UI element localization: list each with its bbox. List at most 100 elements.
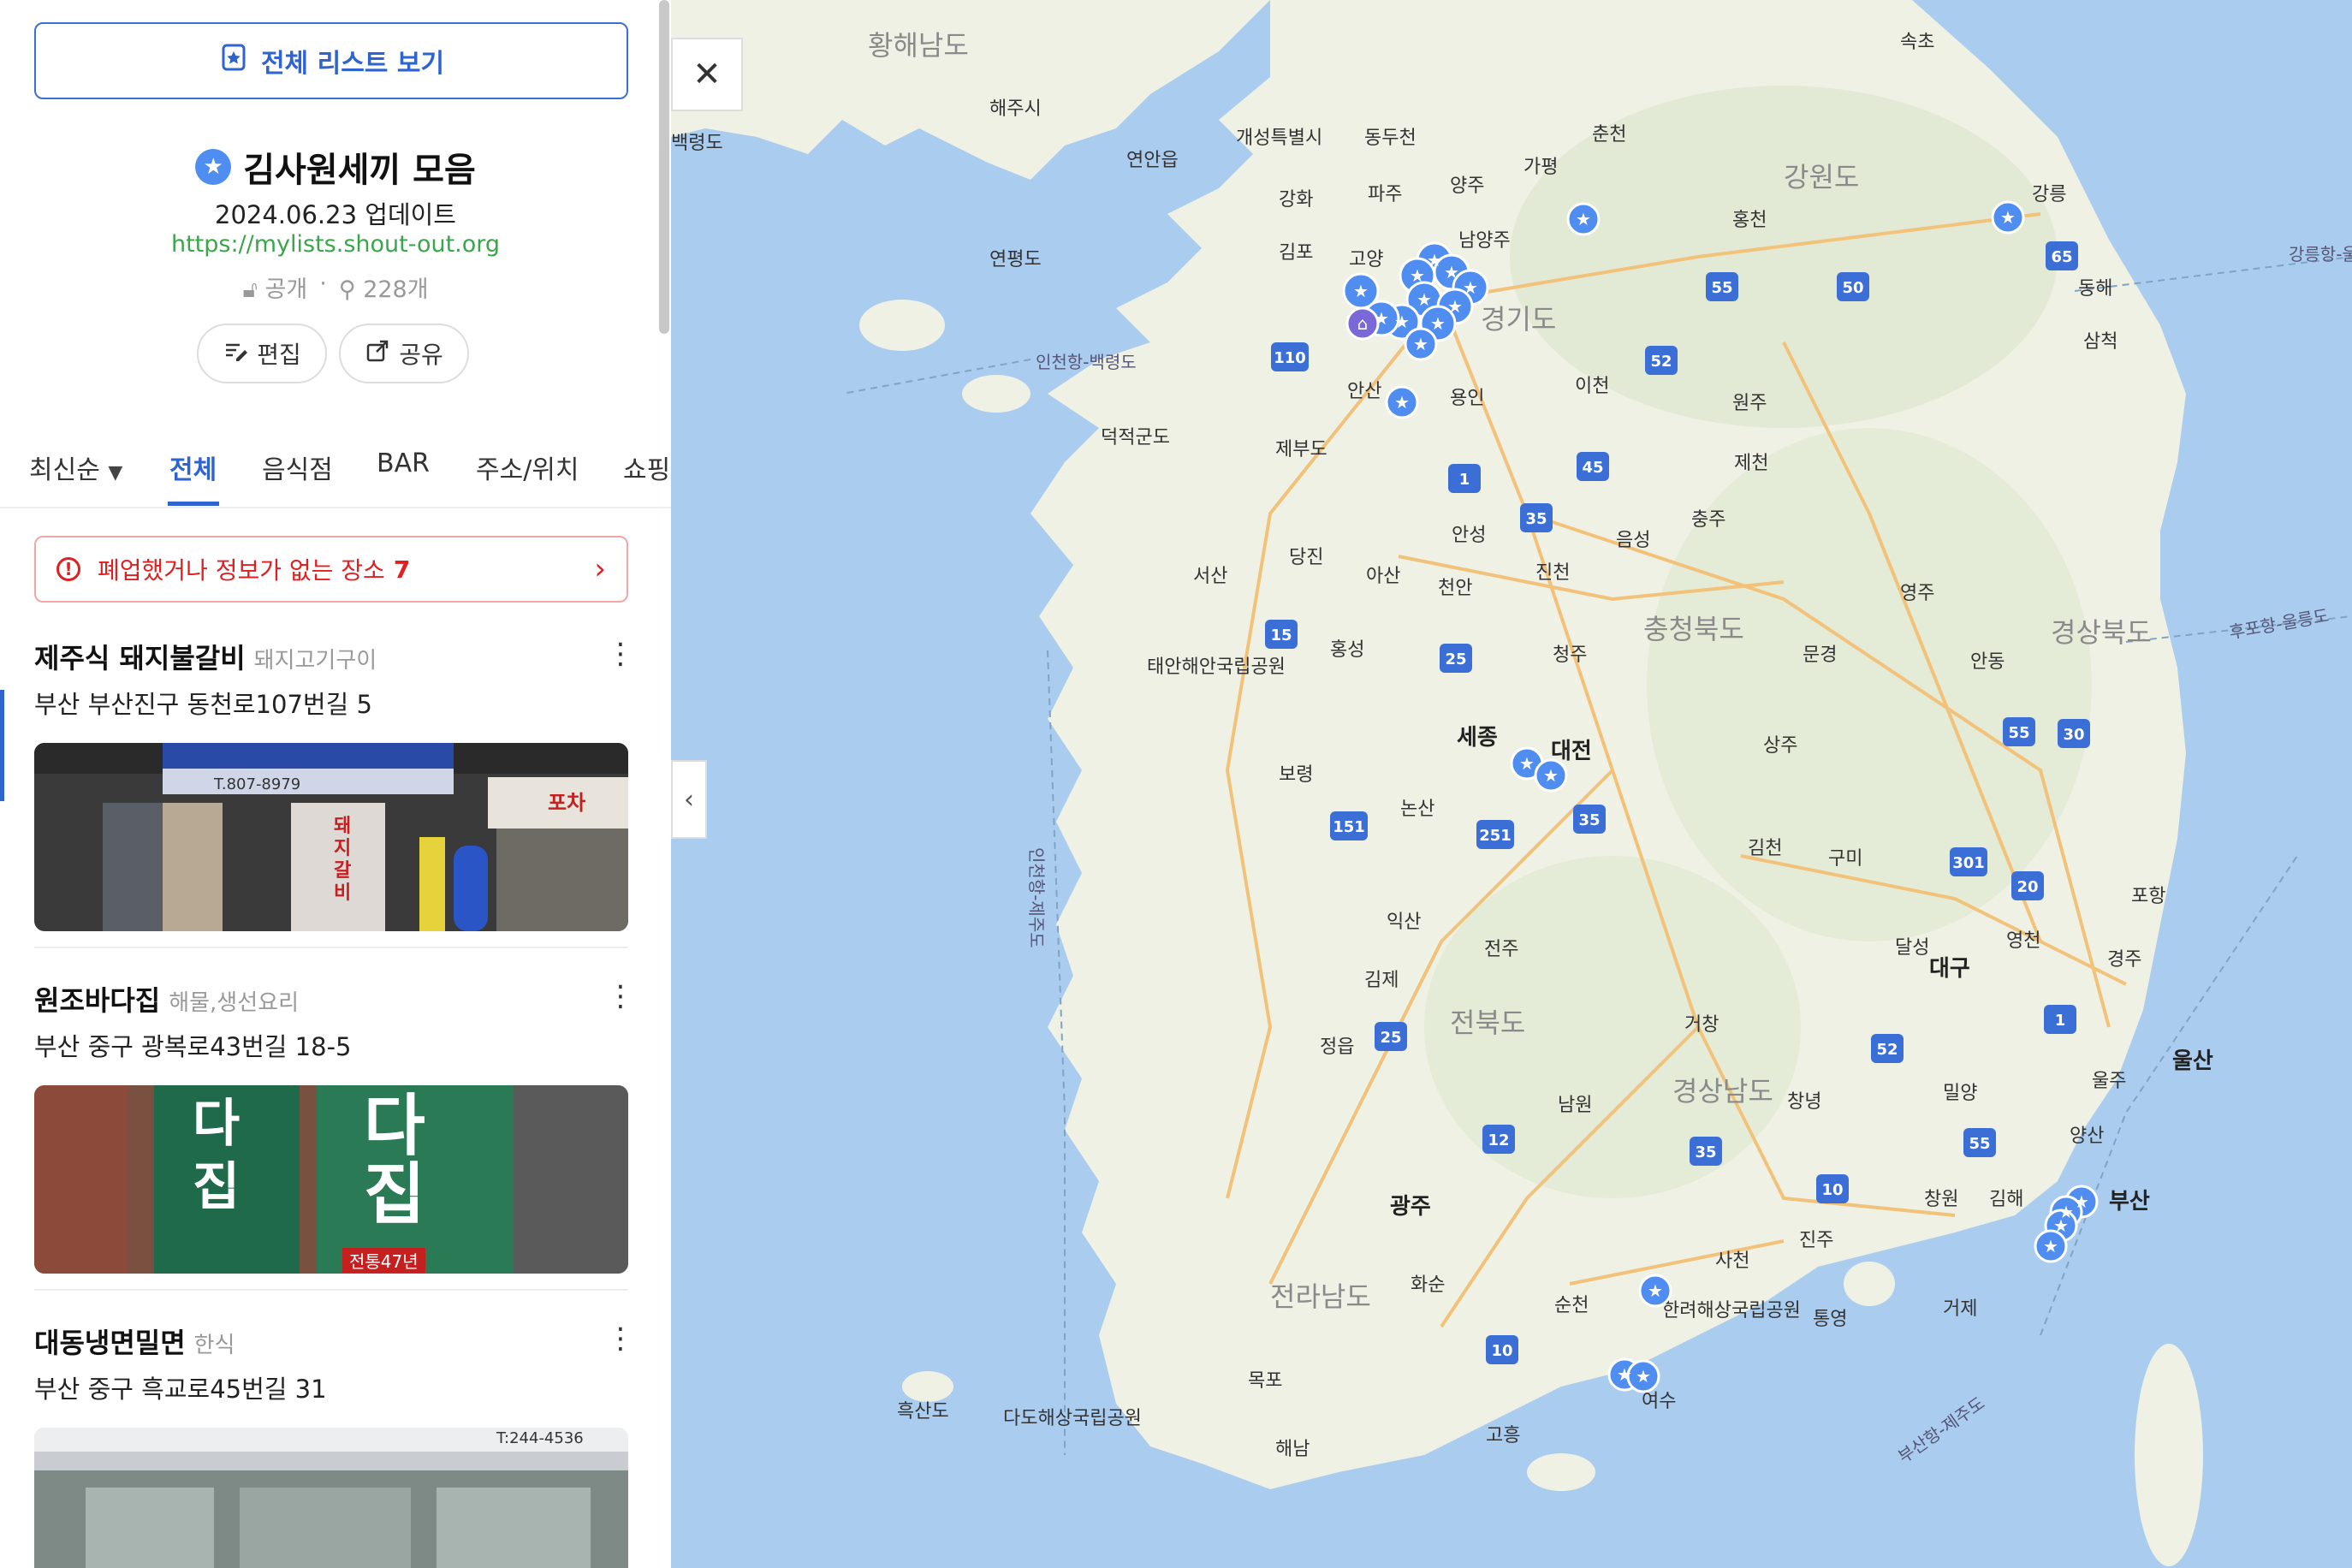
region-label: 전라남도 (1270, 1280, 1371, 1313)
sort-dropdown[interactable]: 최신순 ▼ (29, 448, 122, 486)
more-options-icon[interactable]: ⋮ (606, 979, 635, 1013)
svg-text:301: 301 (1952, 854, 1985, 872)
city-label: 문경 (1803, 644, 1837, 666)
highway-shield: 110 (1271, 342, 1309, 371)
visibility-label: 공개 (264, 276, 308, 303)
city-label: 논산 (1400, 799, 1434, 820)
svg-text:110: 110 (1274, 349, 1306, 367)
svg-text:★: ★ (1543, 765, 1559, 786)
city-label: 천안 (1438, 578, 1472, 599)
city-label: 창녕 (1787, 1091, 1821, 1113)
city-label: 홍성 (1330, 639, 1364, 661)
highway-shield: 50 (1837, 272, 1869, 301)
svg-text:★: ★ (1519, 753, 1535, 774)
highway-shield: 12 (1482, 1125, 1515, 1154)
svg-text:★: ★ (1353, 281, 1369, 301)
more-options-icon[interactable]: ⋮ (606, 1322, 635, 1356)
city-label: 밀양 (1943, 1083, 1977, 1104)
sign-menu: 돼지갈비 (334, 816, 352, 904)
svg-text:★: ★ (2043, 1236, 2058, 1256)
city-label: 동해 (2078, 278, 2112, 300)
alert-count: 7 (393, 555, 411, 584)
tab-address[interactable]: 주소/위치 (476, 448, 579, 486)
sign-right: 다집 (364, 1088, 425, 1233)
svg-text:★: ★ (1648, 1280, 1663, 1301)
place-address: 부산 중구 광복로43번길 18-5 (34, 1032, 352, 1061)
svg-text:★: ★ (1444, 262, 1459, 282)
svg-text:★: ★ (1576, 209, 1591, 229)
list-url-link[interactable]: https://mylists.shout-out.org (0, 231, 671, 258)
svg-text:251: 251 (1479, 827, 1512, 845)
close-map-button[interactable]: ✕ (671, 38, 743, 111)
city-label: 고흥 (1486, 1425, 1520, 1446)
city-label: 구미 (1828, 848, 1862, 870)
city-label: 고양 (1349, 249, 1383, 270)
place-photo[interactable]: T:244-4536 (34, 1428, 628, 1568)
city-label: 삼척 (2083, 331, 2117, 353)
highway-shield: 52 (1645, 346, 1678, 375)
tab-restaurant[interactable]: 음식점 (262, 448, 333, 486)
tab-shopping[interactable]: 쇼핑 (623, 448, 670, 486)
svg-text:65: 65 (2051, 248, 2072, 266)
highway-shield: 35 (1520, 503, 1553, 532)
place-name: 원조바다집 (34, 984, 161, 1017)
city-label: 사천 (1715, 1250, 1749, 1272)
chevron-right-icon: › (594, 552, 606, 586)
city-label: 안성 (1452, 525, 1486, 546)
place-photo[interactable]: 다집 다집 전통47년 (34, 1085, 628, 1274)
svg-text:25: 25 (1445, 650, 1466, 668)
svg-text:★: ★ (2053, 1215, 2069, 1236)
place-photo[interactable]: T.807-8979 돼지갈비 포차 (34, 743, 628, 931)
place-name: 제주식 돼지불갈비 (34, 642, 246, 674)
svg-text:★: ★ (1413, 334, 1428, 354)
svg-text:50: 50 (1842, 279, 1863, 297)
city-label: 파주 (1368, 184, 1402, 205)
active-tab-indicator (168, 502, 219, 506)
place-category: 해물,생선요리 (169, 990, 299, 1016)
edit-icon (223, 338, 248, 370)
highway-shield: 20 (2011, 871, 2044, 900)
selected-item-indicator (0, 690, 4, 801)
highway-shield: 251 (1476, 820, 1514, 849)
city-label: 제천 (1734, 453, 1768, 474)
city-label: 이천 (1575, 376, 1609, 397)
share-button[interactable]: 공유 (339, 324, 469, 383)
alert-icon: ! (56, 557, 80, 581)
collapse-sidebar-button[interactable]: ‹ (671, 760, 707, 839)
svg-text:★: ★ (1394, 392, 1410, 413)
list-item[interactable]: 대동냉면밀면 한식 부산 중구 흑교로45번길 31 ⋮ T:244-4536 (34, 1322, 635, 1568)
city-label: 달성 (1895, 937, 1929, 959)
city-label: 해주시 (989, 98, 1042, 120)
city-label: 음성 (1616, 530, 1650, 551)
sign-pocha: 포차 (548, 791, 586, 815)
more-options-icon[interactable]: ⋮ (606, 637, 635, 671)
tab-all[interactable]: 전체 (169, 448, 217, 486)
view-all-list-button[interactable]: 전체 리스트 보기 (34, 22, 628, 99)
list-item[interactable]: 제주식 돼지불갈비 돼지고기구이 부산 부산진구 동천로107번길 5 ⋮ T.8… (34, 637, 635, 931)
city-label: 김제 (1364, 970, 1399, 991)
edit-button[interactable]: 편집 (197, 324, 327, 383)
sign-left: 다집 (193, 1094, 241, 1217)
svg-text:25: 25 (1380, 1029, 1401, 1047)
city-label: 거창 (1684, 1014, 1719, 1036)
city-label: 울산 (2172, 1048, 2213, 1074)
closed-places-alert[interactable]: ! 폐업했거나 정보가 없는 장소 7 › (34, 536, 628, 603)
list-item[interactable]: 원조바다집 해물,생선요리 부산 중구 광복로43번길 18-5 ⋮ 다집 다집 … (34, 979, 635, 1274)
map-view[interactable]: 황해남도 강원도 경기도 충청북도 경상북도 전북도 경상남도 전라남도 속초 … (671, 0, 2352, 1568)
korea-map[interactable]: 황해남도 강원도 경기도 충청북도 경상북도 전북도 경상남도 전라남도 속초 … (671, 0, 2352, 1568)
city-label: 영주 (1900, 583, 1934, 604)
svg-text:★: ★ (1417, 289, 1432, 310)
svg-text:★: ★ (1617, 1364, 1632, 1385)
bookmark-star-icon (218, 42, 249, 80)
svg-text:★: ★ (2000, 207, 2016, 228)
close-icon: ✕ (692, 55, 722, 94)
city-label: 양산 (2070, 1126, 2104, 1147)
svg-text:12: 12 (1488, 1131, 1509, 1149)
city-label: 개성특별시 (1236, 128, 1322, 149)
park-label: 한려해상국립공원 (1662, 1300, 1801, 1322)
place-category: 돼지고기구이 (253, 648, 377, 674)
place-category: 한식 (193, 1333, 235, 1358)
city-label: 아산 (1366, 566, 1400, 587)
highway-shield: 55 (1963, 1128, 1996, 1157)
tab-bar[interactable]: BAR (377, 448, 430, 478)
